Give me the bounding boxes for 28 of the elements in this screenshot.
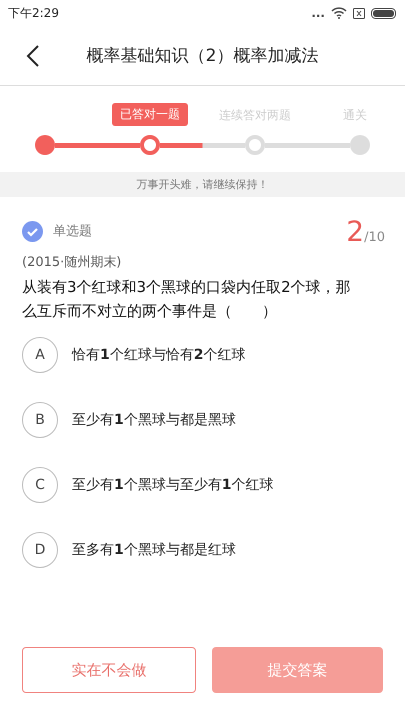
answer-option[interactable]: A 恰有1个红球与恰有2个红球	[22, 337, 383, 373]
question-type: 单选题	[53, 223, 92, 240]
encouragement-banner: 万事开头难，请继续保持！	[0, 172, 405, 197]
battery-icon	[371, 8, 397, 18]
answer-option[interactable]: C 至少有1个黑球与至少有1个红球	[22, 467, 383, 503]
question-text: 从装有3个红球和3个黑球的口袋内任取2个球，那么互斥而不对立的两个事件是（ ）	[22, 277, 352, 322]
step-marker	[350, 135, 370, 155]
option-text: 至少有1个黑球与至少有1个红球	[72, 476, 274, 494]
question-source: (2015·随州期末)	[22, 254, 122, 271]
option-text: 恰有1个红球与恰有2个红球	[72, 346, 246, 364]
status-time: 下午2:29	[8, 4, 59, 22]
page-title: 概率基础知识（2）概率加减法	[86, 45, 318, 67]
option-letter: B	[22, 402, 58, 438]
option-letter: C	[22, 467, 58, 503]
step-marker	[35, 135, 55, 155]
option-text: 至少有1个黑球与都是黑球	[72, 411, 236, 429]
answer-option[interactable]: D 至多有1个黑球与都是红球	[22, 532, 383, 568]
sim-icon	[353, 8, 365, 18]
status-dots: ...	[311, 7, 325, 19]
option-letter: A	[22, 337, 58, 373]
question-counter: 2/10	[346, 214, 385, 248]
answer-option[interactable]: B 至少有1个黑球与都是黑球	[22, 402, 383, 438]
option-text: 至多有1个黑球与都是红球	[72, 541, 236, 559]
wifi-icon	[331, 7, 347, 19]
option-letter: D	[22, 532, 58, 568]
step-marker	[245, 135, 265, 155]
progress-tooltip: 已答对一题	[112, 103, 188, 126]
step-marker	[140, 135, 160, 155]
